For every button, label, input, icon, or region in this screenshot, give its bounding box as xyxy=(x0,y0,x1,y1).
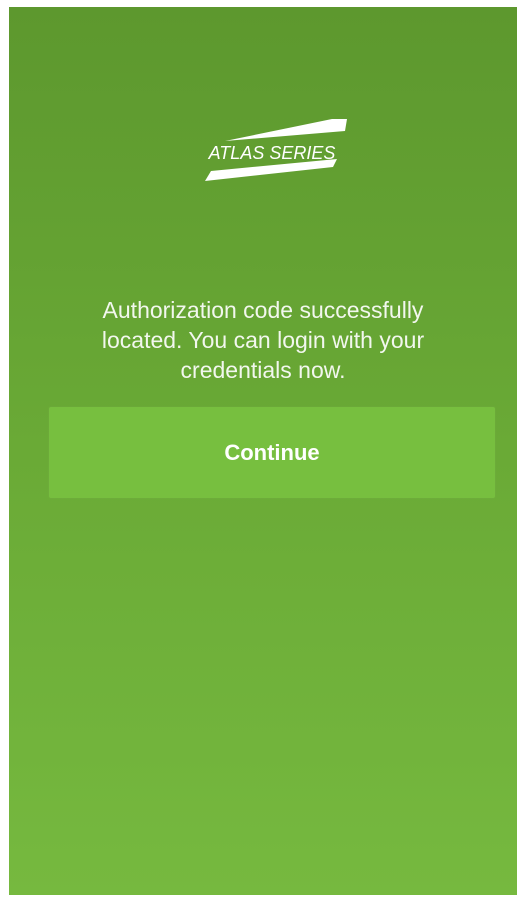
status-message-line: Authorization code successfully xyxy=(102,297,424,323)
status-message-line: credentials now. xyxy=(180,357,346,383)
status-message-line: located. You can login with your xyxy=(101,327,425,353)
status-message: Authorization code successfully located.… xyxy=(9,295,517,385)
atlas-series-logo-icon: ATLAS SERIES xyxy=(205,119,347,181)
app-screen: ATLAS SERIES Authorization code successf… xyxy=(9,7,517,895)
continue-button[interactable]: Continue xyxy=(49,407,495,498)
logo-text: ATLAS SERIES xyxy=(208,143,336,163)
atlas-series-logo: ATLAS SERIES xyxy=(197,119,347,185)
